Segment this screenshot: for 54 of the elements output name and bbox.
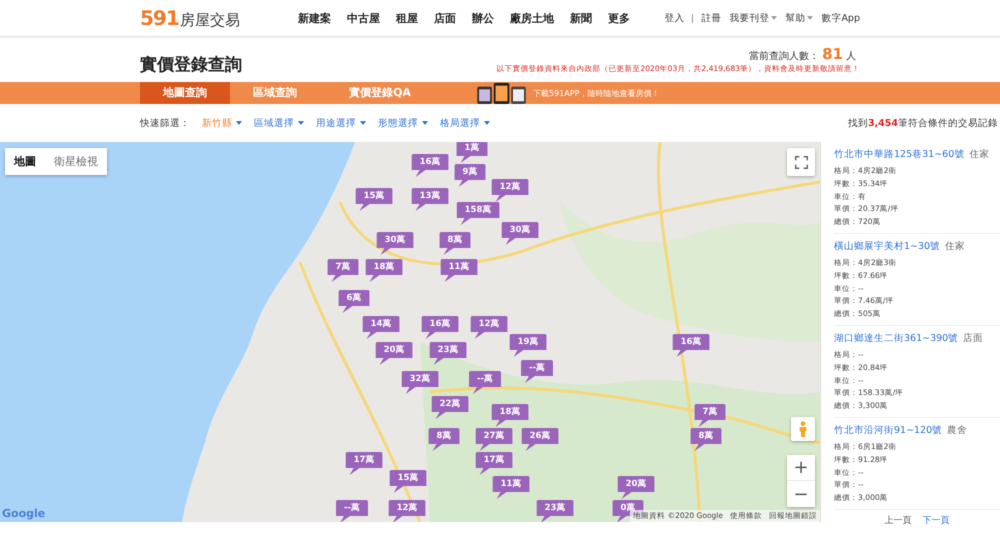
- pager-link[interactable]: 下一頁: [922, 514, 950, 527]
- zoom-in-button[interactable]: +: [787, 455, 815, 481]
- listing-type: 住家: [945, 240, 966, 253]
- nav-tab[interactable]: 區域查詢: [230, 82, 320, 104]
- account-link[interactable]: 登入: [664, 12, 684, 24]
- zoom-out-button[interactable]: −: [787, 481, 815, 507]
- fullscreen-icon: [794, 156, 808, 168]
- caret-icon: [484, 121, 490, 125]
- listing-title-link[interactable]: 竹北市中華路125巷31~60號: [834, 148, 964, 161]
- caret-icon: [298, 121, 304, 125]
- listing-title-link[interactable]: 竹北市沿河街91~120號: [834, 424, 942, 437]
- nav-link[interactable]: 辦公: [472, 10, 494, 26]
- filter-label: 快速篩選：: [140, 116, 190, 130]
- visitor-label: 當前查詢人數：: [749, 50, 820, 63]
- filter-dropdown[interactable]: 區域選擇: [254, 116, 304, 130]
- person-icon: [799, 420, 807, 438]
- listing-title-link[interactable]: 橫山鄉展宇美村1~30號: [834, 240, 940, 253]
- account-link[interactable]: 註冊: [701, 12, 722, 24]
- visitor-count: 81: [822, 45, 843, 63]
- nav-tab[interactable]: 實價登錄QA: [320, 82, 440, 104]
- filter-dropdown[interactable]: 新竹縣: [202, 116, 242, 130]
- caret-icon: [422, 121, 428, 125]
- app-promo[interactable]: 下載591APP，隨時隨地查看房價！: [474, 82, 660, 104]
- map-drawing[interactable]: [0, 142, 820, 522]
- map-type-tab[interactable]: 地圖: [5, 148, 45, 175]
- caret-icon: [360, 121, 366, 125]
- result-count: 找到3,454筆符合條件的交易記錄: [848, 116, 998, 130]
- filter-dropdown[interactable]: 形態選擇: [378, 116, 428, 130]
- map-type-tab[interactable]: 衛星檢視: [45, 148, 107, 175]
- visitor-unit: 人: [846, 50, 856, 63]
- listing-type: 店面: [963, 332, 984, 345]
- nav-link[interactable]: 廠房土地: [510, 10, 554, 26]
- caret-icon: [807, 16, 814, 20]
- google-logo: Google: [2, 507, 46, 520]
- site-logo[interactable]: 591房屋交易: [140, 6, 240, 30]
- filter-dropdown[interactable]: 用途選擇: [316, 116, 366, 130]
- nav-link[interactable]: 更多: [608, 10, 630, 26]
- listing-title-link[interactable]: 湖口鄉達生二街361~390號: [834, 332, 958, 345]
- nav-link[interactable]: 新建案: [298, 10, 331, 26]
- nav-link[interactable]: 新聞: [570, 10, 592, 26]
- caret-icon: [771, 16, 778, 20]
- nav-link[interactable]: 店面: [434, 10, 456, 26]
- listing-type: 住家: [969, 148, 990, 161]
- nav-tab[interactable]: 地圖查詢: [140, 82, 230, 104]
- caret-icon: [236, 121, 242, 125]
- filter-dropdown[interactable]: 格局選擇: [440, 116, 490, 130]
- nav-link[interactable]: 租屋: [396, 10, 418, 26]
- page-title: 實價登錄查詢: [140, 54, 242, 76]
- account-link[interactable]: 幫助: [785, 12, 814, 24]
- account-link[interactable]: 數字App: [821, 12, 860, 24]
- nav-link[interactable]: 中古屋: [346, 10, 380, 26]
- listing-type: 農舍: [947, 424, 968, 437]
- fullscreen-button[interactable]: [787, 148, 815, 176]
- account-link[interactable]: 我要刊登: [729, 12, 778, 24]
